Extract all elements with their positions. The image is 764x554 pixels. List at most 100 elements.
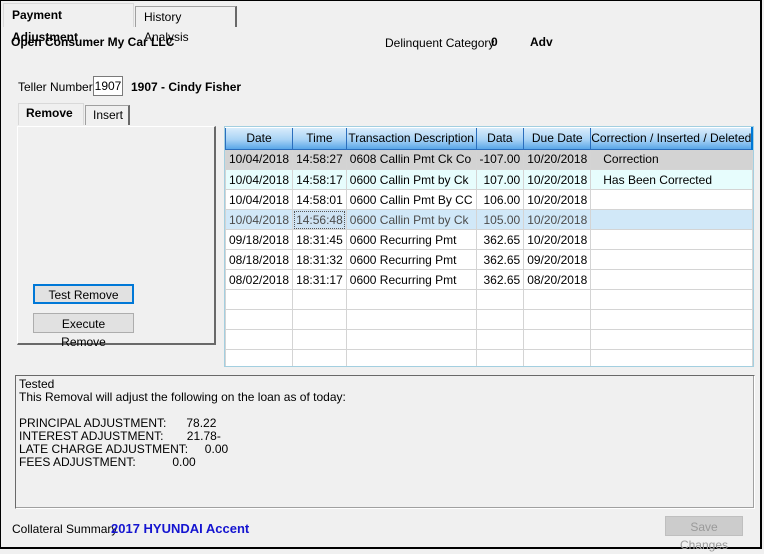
cell-due[interactable]: 10/20/2018: [523, 229, 592, 250]
row-stub: [751, 309, 753, 330]
cell-due[interactable]: 10/20/2018: [523, 149, 592, 170]
empty-cell: [590, 309, 753, 330]
cell-status[interactable]: [590, 189, 753, 210]
cell-date[interactable]: 10/04/2018: [225, 209, 294, 230]
cell-time[interactable]: 14:58:27: [292, 149, 347, 170]
grid-header-row: Date Time Transaction Description Data D…: [225, 127, 753, 150]
cell-due[interactable]: 10/20/2018: [523, 189, 592, 210]
empty-cell: [292, 329, 347, 350]
cell-description[interactable]: 0600 Recurring Pmt: [345, 229, 477, 250]
empty-cell: [475, 309, 525, 330]
cell-description[interactable]: 0600 Recurring Pmt: [345, 269, 477, 290]
cell-description[interactable]: 0600 Recurring Pmt: [345, 249, 477, 270]
cell-due[interactable]: 08/20/2018: [523, 269, 592, 290]
cell-description[interactable]: 0600 Callin Pmt by Ck: [345, 169, 477, 190]
cell-date[interactable]: 10/04/2018: [225, 149, 294, 170]
cell-data[interactable]: 362.65: [475, 249, 525, 270]
save-changes-button[interactable]: Save Changes: [665, 516, 743, 552]
empty-row: [225, 349, 753, 366]
empty-cell: [523, 329, 592, 350]
empty-cell: [475, 349, 525, 366]
cell-date[interactable]: 08/18/2018: [225, 249, 294, 270]
column-header-date[interactable]: Date: [225, 128, 294, 150]
empty-cell: [475, 329, 525, 350]
execute-remove-button[interactable]: Execute Remove: [33, 313, 134, 349]
column-header-due-date[interactable]: Due Date: [523, 128, 592, 150]
cell-due[interactable]: 10/20/2018: [523, 169, 592, 190]
removal-result-panel: Tested This Removal will adjust the follo…: [15, 375, 755, 509]
table-row[interactable]: 10/04/2018 14:58:27 0608 Callin Pmt Ck Co -…: [225, 149, 753, 170]
empty-cell: [590, 329, 753, 350]
cell-data[interactable]: 362.65: [475, 269, 525, 290]
cell-time[interactable]: 14:56:48: [292, 209, 347, 230]
row-stub: [751, 169, 753, 190]
table-row[interactable]: 10/04/2018 14:58:17 0600 Callin Pmt by Ck 1…: [225, 169, 753, 190]
tab-insert[interactable]: Insert: [85, 105, 130, 125]
cell-date[interactable]: 10/04/2018: [225, 169, 294, 190]
empty-cell: [292, 289, 347, 310]
tab-payment-adjustment[interactable]: Payment Adjustment: [3, 3, 134, 44]
cell-data[interactable]: 107.00: [475, 169, 525, 190]
row-stub: [751, 329, 753, 350]
cell-time[interactable]: 14:58:17: [292, 169, 347, 190]
cell-status[interactable]: Correction: [590, 149, 753, 170]
cell-due[interactable]: 10/20/2018: [523, 209, 592, 230]
row-stub: [751, 149, 753, 170]
row-stub: [751, 349, 753, 366]
cell-description[interactable]: 0608 Callin Pmt Ck Co: [345, 149, 477, 170]
empty-cell: [292, 309, 347, 330]
empty-cell: [225, 349, 294, 366]
table-row[interactable]: 10/04/2018 14:58:01 0600 Callin Pmt By CC 1…: [225, 189, 753, 210]
cell-status[interactable]: [590, 249, 753, 270]
teller-name: 1907 - Cindy Fisher: [131, 80, 242, 94]
account-name: Open Consumer My Car LLC: [11, 35, 175, 49]
teller-number-label: Teller Number: [18, 80, 93, 94]
cell-date[interactable]: 08/02/2018: [225, 269, 294, 290]
cell-date[interactable]: 10/04/2018: [225, 189, 294, 210]
column-header-description[interactable]: Transaction Description: [345, 128, 477, 150]
row-stub: [751, 269, 753, 290]
tab-remove[interactable]: Remove: [18, 103, 84, 125]
cell-status[interactable]: [590, 209, 753, 230]
test-remove-button[interactable]: Test Remove: [33, 284, 134, 304]
empty-cell: [523, 289, 592, 310]
collateral-summary-value: 2017 HYUNDAI Accent: [111, 521, 250, 536]
column-header-correction[interactable]: Correction / Inserted / Deleted: [590, 128, 753, 150]
column-header-stub: [751, 127, 753, 150]
table-row[interactable]: 10/04/2018 14:56:48 0600 Callin Pmt by Ck 1…: [225, 209, 753, 230]
empty-row: [225, 329, 753, 350]
empty-cell: [345, 329, 477, 350]
empty-cell: [225, 309, 294, 330]
empty-cell: [292, 349, 347, 366]
cell-data[interactable]: 106.00: [475, 189, 525, 210]
teller-number-input[interactable]: 1907: [93, 76, 123, 96]
column-header-time[interactable]: Time: [292, 128, 347, 150]
transactions-grid[interactable]: Date Time Transaction Description Data D…: [224, 126, 754, 367]
table-row[interactable]: 09/18/2018 18:31:45 0600 Recurring Pmt 362.…: [225, 229, 753, 250]
cell-time[interactable]: 14:58:01: [292, 189, 347, 210]
cell-data[interactable]: 105.00: [475, 209, 525, 230]
cell-time[interactable]: 18:31:17: [292, 269, 347, 290]
cell-time[interactable]: 18:31:32: [292, 249, 347, 270]
cell-status[interactable]: Has Been Corrected: [590, 169, 753, 190]
cell-data[interactable]: 362.65: [475, 229, 525, 250]
cell-status[interactable]: [590, 269, 753, 290]
cell-due[interactable]: 09/20/2018: [523, 249, 592, 270]
delinquent-flag: Adv: [530, 35, 553, 49]
delinquent-category-label: Delinquent Category: [385, 36, 495, 50]
row-stub: [751, 249, 753, 270]
cell-time[interactable]: 18:31:45: [292, 229, 347, 250]
column-header-data[interactable]: Data: [475, 128, 525, 150]
row-stub: [751, 289, 753, 310]
cell-description[interactable]: 0600 Callin Pmt by Ck: [345, 209, 477, 230]
table-row[interactable]: 08/02/2018 18:31:17 0600 Recurring Pmt 362.…: [225, 269, 753, 290]
cell-data[interactable]: -107.00: [475, 149, 525, 170]
tab-history-analysis[interactable]: History Analysis: [135, 6, 237, 44]
cell-description[interactable]: 0600 Callin Pmt By CC: [345, 189, 477, 210]
collateral-summary-label: Collateral Summary: [12, 522, 118, 536]
empty-cell: [475, 289, 525, 310]
cell-status[interactable]: [590, 229, 753, 250]
empty-cell: [523, 309, 592, 330]
cell-date[interactable]: 09/18/2018: [225, 229, 294, 250]
table-row[interactable]: 08/18/2018 18:31:32 0600 Recurring Pmt 362.…: [225, 249, 753, 270]
